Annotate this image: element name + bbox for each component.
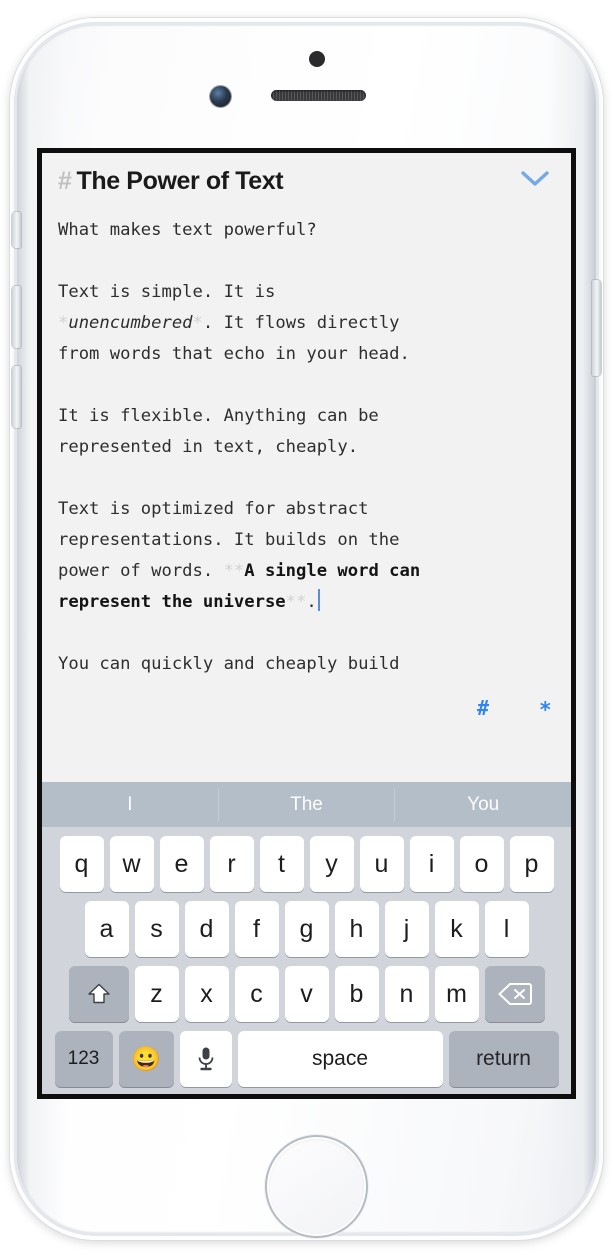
- space-key[interactable]: space: [237, 1031, 443, 1087]
- emoji-icon: 😀: [131, 1045, 161, 1073]
- text-run-dim: *: [58, 313, 69, 333]
- text-run-dim: **: [285, 592, 307, 612]
- keyboard-row-4: 123 😀 space return: [42, 1031, 571, 1087]
- key-f[interactable]: f: [234, 901, 279, 957]
- key-j[interactable]: j: [384, 901, 429, 957]
- note-title-text: The Power of Text: [76, 167, 284, 195]
- text-run-plain: .: [306, 592, 317, 612]
- text-run-plain: What makes text powerful?: [58, 220, 317, 240]
- note-paragraph: You can quickly and cheaply build: [58, 649, 555, 680]
- keyboard-row-3: z x c v b n m: [42, 966, 571, 1022]
- volume-up-button[interactable]: [12, 286, 21, 348]
- key-r[interactable]: r: [209, 836, 254, 892]
- onscreen-keyboard: I The You qwertyuiop asdfghjkl z x c v b…: [42, 782, 571, 1094]
- shift-key[interactable]: [68, 966, 129, 1022]
- earpiece-speaker: [271, 90, 366, 101]
- key-w[interactable]: w: [109, 836, 154, 892]
- text-run-dim: **: [223, 561, 245, 581]
- key-o[interactable]: o: [459, 836, 504, 892]
- heading-shortcut-icon[interactable]: #: [477, 696, 489, 720]
- key-t[interactable]: t: [259, 836, 304, 892]
- chevron-down-icon[interactable]: [516, 165, 554, 191]
- mute-switch[interactable]: [12, 212, 21, 248]
- note-header: # The Power of Text: [42, 153, 571, 215]
- key-x[interactable]: x: [184, 966, 229, 1022]
- dictation-key[interactable]: [179, 1031, 232, 1087]
- phone-screen: # The Power of Text What makes text power…: [37, 148, 576, 1099]
- text-run-plain: You can quickly and cheaply build: [58, 654, 400, 674]
- power-button[interactable]: [592, 280, 601, 376]
- home-button[interactable]: [269, 1139, 364, 1234]
- key-m[interactable]: m: [434, 966, 479, 1022]
- key-v[interactable]: v: [284, 966, 329, 1022]
- front-camera-icon: [210, 86, 231, 107]
- prediction-2[interactable]: You: [395, 794, 571, 816]
- note-paragraph: Text is simple. It is *unencumbered*. It…: [58, 277, 555, 370]
- key-b[interactable]: b: [334, 966, 379, 1022]
- proximity-sensor-dot: [309, 51, 325, 67]
- key-p[interactable]: p: [509, 836, 554, 892]
- note-paragraph: Text is optimized for abstract represent…: [58, 494, 555, 618]
- key-k[interactable]: k: [434, 901, 479, 957]
- backspace-icon: [497, 983, 532, 1005]
- prediction-1[interactable]: The: [219, 794, 395, 816]
- note-paragraph: It is flexible. Anything can be represen…: [58, 401, 555, 463]
- key-u[interactable]: u: [359, 836, 404, 892]
- key-c[interactable]: c: [234, 966, 279, 1022]
- numbers-key[interactable]: 123: [54, 1031, 113, 1087]
- page-title: # The Power of Text: [58, 167, 555, 196]
- key-g[interactable]: g: [284, 901, 329, 957]
- prediction-0[interactable]: I: [42, 794, 218, 816]
- key-l[interactable]: l: [484, 901, 529, 957]
- note-text-editor[interactable]: What makes text powerful? Text is simple.…: [42, 215, 571, 680]
- text-run-dim: *: [192, 313, 203, 333]
- keyboard-row-1: qwertyuiop: [42, 836, 571, 892]
- text-run-plain: Text is simple. It is: [58, 282, 276, 302]
- key-q[interactable]: q: [59, 836, 104, 892]
- volume-down-button[interactable]: [12, 366, 21, 428]
- text-run-em: unencumbered: [68, 313, 193, 333]
- predictive-text-bar: I The You: [42, 782, 571, 827]
- backspace-key[interactable]: [484, 966, 545, 1022]
- microphone-icon: [198, 1047, 213, 1071]
- key-e[interactable]: e: [159, 836, 204, 892]
- heading-hash-marker: #: [58, 167, 72, 195]
- key-n[interactable]: n: [384, 966, 429, 1022]
- key-h[interactable]: h: [334, 901, 379, 957]
- emoji-key[interactable]: 😀: [118, 1031, 174, 1087]
- emphasis-shortcut-icon[interactable]: *: [539, 698, 552, 722]
- note-paragraph: What makes text powerful?: [58, 215, 555, 246]
- shift-icon: [87, 983, 110, 1004]
- key-d[interactable]: d: [184, 901, 229, 957]
- key-y[interactable]: y: [309, 836, 354, 892]
- keyboard-row-2: asdfghjkl: [42, 901, 571, 957]
- key-a[interactable]: a: [84, 901, 129, 957]
- key-s[interactable]: s: [134, 901, 179, 957]
- key-z[interactable]: z: [134, 966, 179, 1022]
- key-i[interactable]: i: [409, 836, 454, 892]
- text-run-plain: It is flexible. Anything can be represen…: [58, 406, 379, 457]
- text-cursor: [317, 589, 320, 611]
- return-key[interactable]: return: [448, 1031, 559, 1087]
